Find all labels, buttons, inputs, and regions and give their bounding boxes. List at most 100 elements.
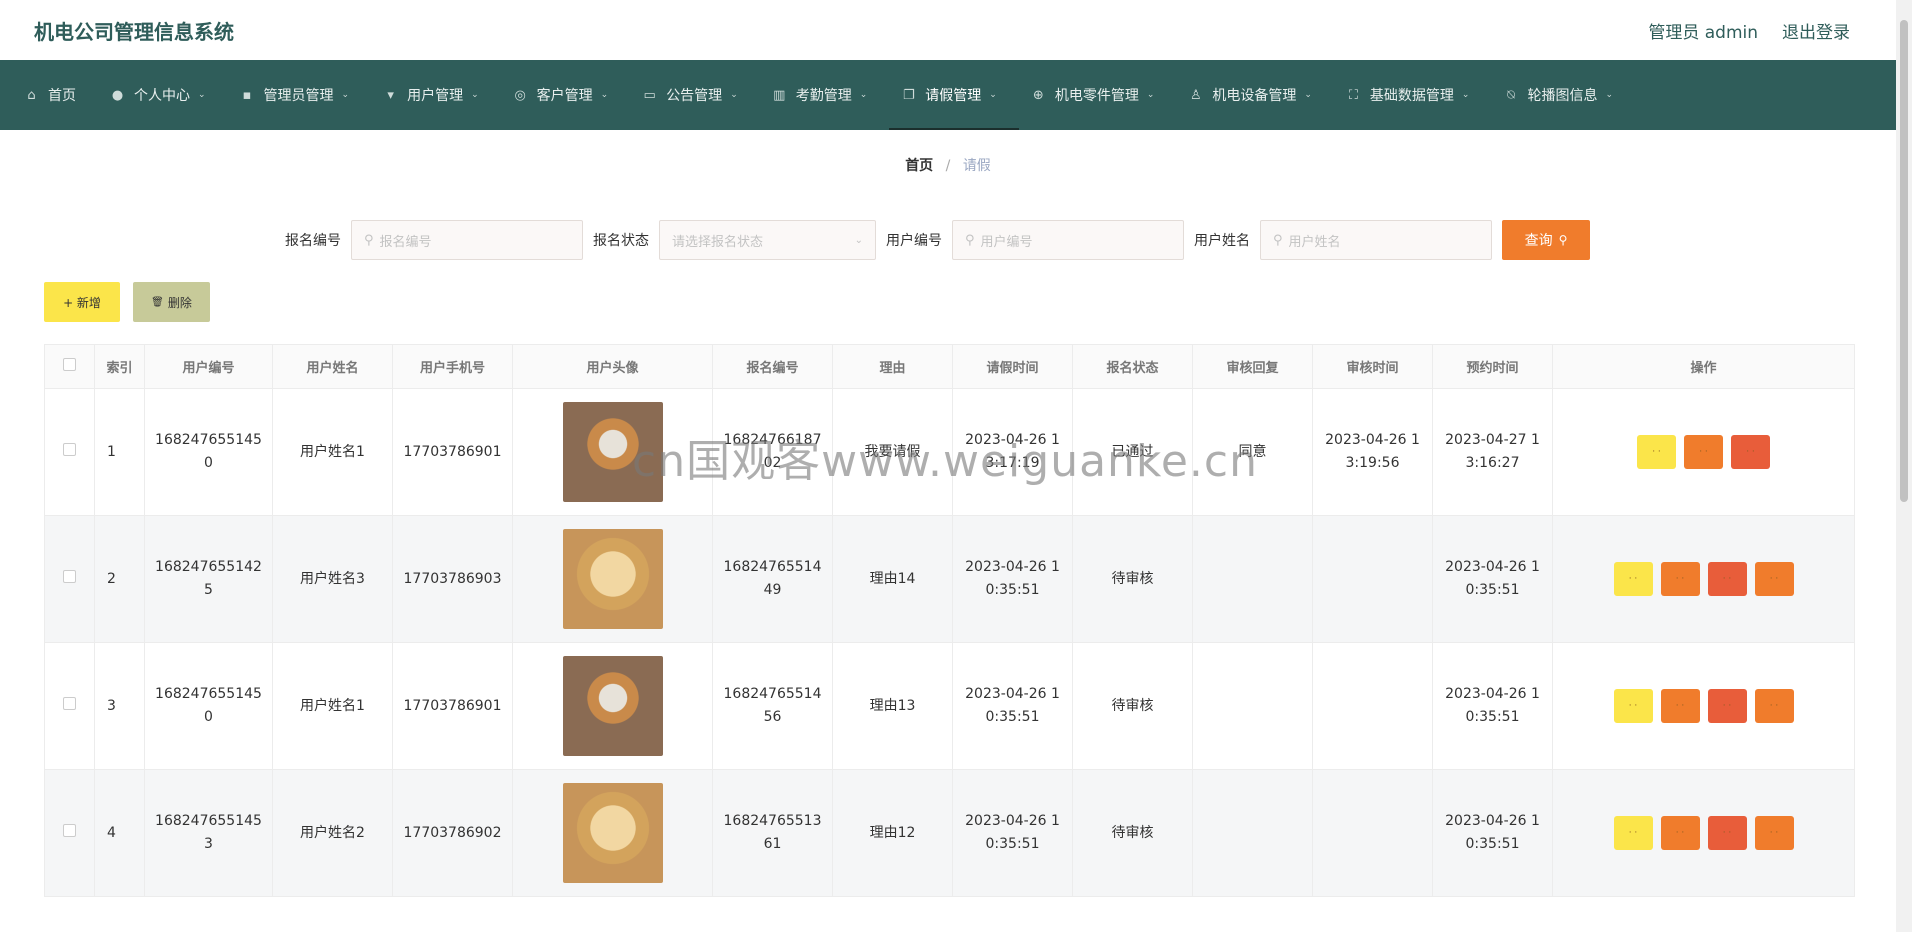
table-row[interactable]: 2 1682476551425 用户姓名3 17703786903 1682476551… [44, 515, 1855, 643]
cell-review-time [1312, 515, 1433, 643]
nav-item-11[interactable]: ⍉ 轮播图信息 ⌄ [1491, 60, 1635, 130]
avatar[interactable] [562, 529, 663, 629]
cell-review-time [1312, 769, 1433, 897]
chevron-down-icon: ⌄ [1304, 90, 1312, 100]
table-row[interactable]: 4 1682476551453 用户姓名2 17703786902 1682476551… [44, 769, 1855, 897]
row-checkbox[interactable] [63, 823, 76, 837]
edit-button[interactable]: · · [1660, 816, 1700, 850]
row-select-cell [44, 769, 95, 897]
cell-user-name: 用户姓名3 [272, 515, 393, 643]
cell-index: 4 [94, 769, 145, 897]
query-button[interactable]: 查询 ⚲ [1502, 220, 1590, 260]
nav-item-0[interactable]: ⌂ 首页 [12, 60, 98, 130]
select-all-header[interactable] [44, 344, 95, 389]
cell-reason: 理由13 [832, 642, 953, 770]
edit-button[interactable]: · · [1684, 435, 1723, 469]
column-header: 操作 [1552, 344, 1855, 389]
nav-item-6[interactable]: ▥ 考勤管理 ⌄ [760, 60, 890, 130]
review-button[interactable]: · · [1754, 689, 1794, 723]
user-name-input[interactable]: ⚲ 用户姓名 [1260, 220, 1492, 260]
leave-table: 索引 用户编号 用户姓名 用户手机号 用户头像 报名编号 理由 请假时间 报名状态 审核回复 审核时… [44, 344, 1855, 897]
cell-booking-time: 2023-04-26 10:35:51 [1432, 769, 1553, 897]
cell-phone: 17703786902 [392, 769, 513, 897]
add-label: + 新增 [63, 295, 101, 310]
bell-off-icon: ⍉ [1507, 87, 1515, 103]
chevron-down-icon: ⌄ [989, 90, 997, 100]
view-button[interactable]: · · [1613, 689, 1653, 723]
cell-reply: 同意 [1192, 388, 1313, 516]
delete-label: 删除 [167, 295, 192, 310]
row-checkbox[interactable] [63, 569, 76, 583]
cell-reply [1192, 769, 1313, 897]
avatar-cell [512, 642, 713, 770]
nav-item-1[interactable]: ● 个人中心 ⌄ [98, 60, 228, 130]
user-no-label: 用户编号 [886, 233, 942, 249]
table-row[interactable]: 1 1682476551450 用户姓名1 17703786901 1682476618… [44, 388, 1855, 516]
cell-status: 待审核 [1072, 642, 1193, 770]
cell-review-time: 2023-04-26 13:19:56 [1312, 388, 1433, 516]
table-row[interactable]: 3 1682476551450 用户姓名1 17703786901 1682476551… [44, 642, 1855, 770]
nav-item-10[interactable]: ⛶ 基础数据管理 ⌄ [1334, 60, 1492, 130]
nav-item-2[interactable]: ▪ 管理员管理 ⌄ [228, 60, 372, 130]
breadcrumb: 首页 / 请假 [0, 155, 1896, 175]
logout-link[interactable]: 退出登录 [1782, 18, 1850, 43]
edit-button[interactable]: · · [1660, 562, 1700, 596]
view-button[interactable]: · · [1613, 816, 1653, 850]
column-header: 索引 [94, 344, 145, 389]
cell-leave-time: 2023-04-26 10:35:51 [952, 515, 1073, 643]
user-name-label: 用户姓名 [1194, 233, 1250, 249]
view-button[interactable]: · · [1613, 562, 1653, 596]
signup-no-placeholder: 报名编号 [379, 234, 432, 250]
user-area: 管理员 admin 退出登录 [1648, 18, 1850, 43]
nav-item-3[interactable]: ▾ 用户管理 ⌄ [371, 60, 501, 130]
delete-button[interactable]: 🗑 删除 [133, 282, 210, 322]
table-header-row: 索引 用户编号 用户姓名 用户手机号 用户头像 报名编号 理由 请假时间 报名状态 审核回复 审核时… [44, 344, 1855, 389]
column-header: 用户姓名 [272, 344, 393, 389]
delete-row-button[interactable]: · · [1707, 689, 1747, 723]
nav-item-9[interactable]: ♙ 机电设备管理 ⌄ [1176, 60, 1334, 130]
review-button[interactable]: · · [1754, 562, 1794, 596]
nav-item-8[interactable]: ⊕ 机电零件管理 ⌄ [1019, 60, 1177, 130]
signup-status-select[interactable]: 请选择报名状态 ⌄ [659, 220, 876, 260]
delete-row-button[interactable]: · · [1707, 816, 1747, 850]
copy-icon: ❐ [902, 87, 915, 103]
review-button[interactable]: · · [1754, 816, 1794, 850]
nav-item-4[interactable]: ◎ 客户管理 ⌄ [501, 60, 631, 130]
cell-phone: 17703786901 [392, 642, 513, 770]
page-scrollbar[interactable] [1896, 0, 1912, 932]
cell-signup-no: 1682476551449 [712, 515, 833, 643]
nav-item-7[interactable]: ❐ 请假管理 ⌄ [889, 60, 1019, 130]
row-checkbox[interactable] [63, 696, 76, 710]
select-all-checkbox[interactable] [63, 358, 76, 371]
scrollbar-thumb[interactable] [1900, 20, 1908, 502]
nav-item-label: 用户管理 [407, 88, 464, 104]
breadcrumb-home[interactable]: 首页 [905, 158, 933, 174]
delete-row-button[interactable]: · · [1707, 562, 1747, 596]
breadcrumb-separator: / [945, 158, 951, 174]
row-select-cell [44, 642, 95, 770]
compass-icon: ◎ [514, 87, 526, 103]
cell-reply [1192, 642, 1313, 770]
view-button[interactable]: · · [1637, 435, 1676, 469]
cell-phone: 17703786903 [392, 515, 513, 643]
chevron-down-icon: ⌄ [471, 90, 479, 100]
app-title: 机电公司管理信息系统 [34, 19, 234, 44]
nav-item-5[interactable]: ▭ 公告管理 ⌄ [630, 60, 760, 130]
row-checkbox[interactable] [63, 442, 76, 456]
cell-leave-time: 2023-04-26 10:35:51 [952, 642, 1073, 770]
user-no-input[interactable]: ⚲ 用户编号 [952, 220, 1184, 260]
search-bar: 报名编号 ⚲ 报名编号 报名状态 请选择报名状态 ⌄ 用户编号 ⚲ 用户编号 用… [285, 220, 1590, 260]
delete-row-button[interactable]: · · [1731, 435, 1770, 469]
avatar[interactable] [562, 656, 663, 756]
add-button[interactable]: + 新增 [44, 282, 120, 322]
edit-button[interactable]: · · [1660, 689, 1700, 723]
signup-no-input[interactable]: ⚲ 报名编号 [351, 220, 583, 260]
avatar[interactable] [562, 783, 663, 883]
cell-booking-time: 2023-04-27 13:16:27 [1432, 388, 1553, 516]
current-user[interactable]: 管理员 admin [1648, 18, 1758, 43]
admin-icon: ▪ [242, 87, 252, 103]
fullscreen-icon: ⛶ [1348, 87, 1358, 103]
top-header: 机电公司管理信息系统 管理员 admin 退出登录 [0, 0, 1896, 60]
operations-cell: · · · · · · · · [1552, 769, 1855, 897]
avatar[interactable] [562, 402, 663, 502]
